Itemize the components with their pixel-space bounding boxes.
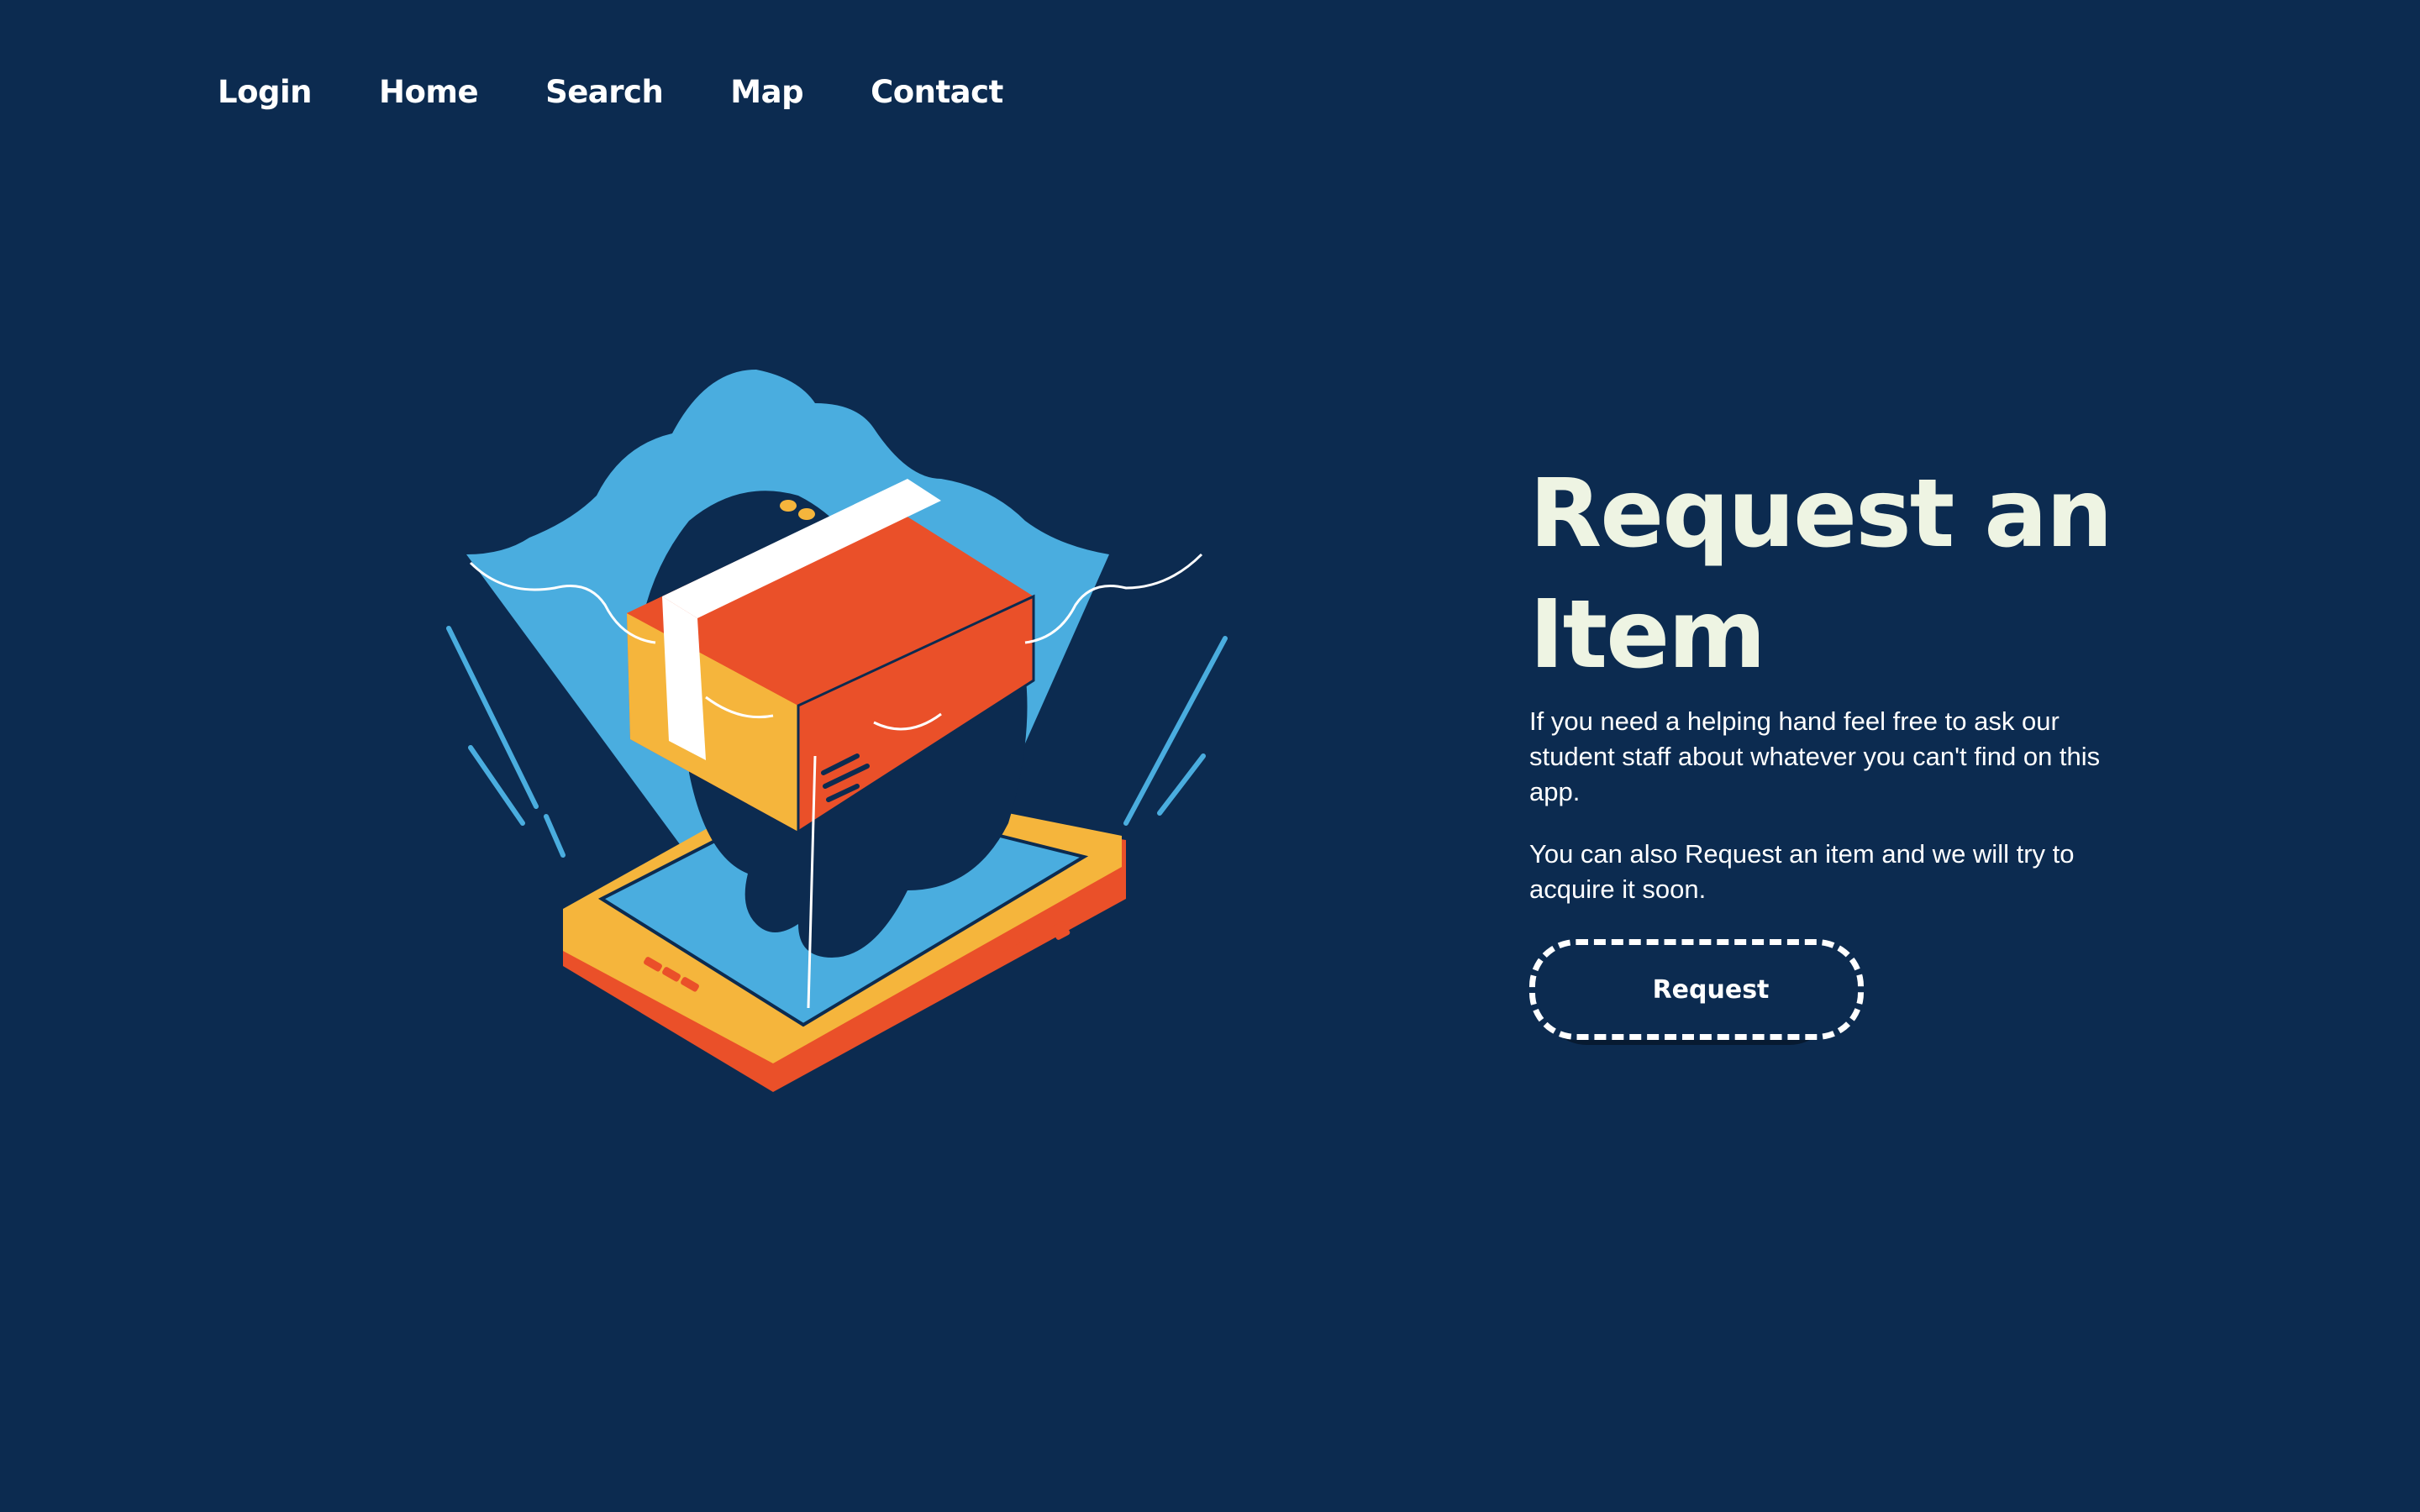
nav-contact-link[interactable]: Contact	[871, 69, 1003, 116]
request-section: Request an Item If you need a helping ha…	[1529, 454, 2118, 1045]
help-paragraph: If you need a helping hand feel free to …	[1529, 706, 2101, 806]
request-button[interactable]: Request	[1529, 939, 1864, 1040]
request-paragraph: You can also Request an item and we will…	[1529, 839, 2075, 904]
nav-login-link[interactable]: Login	[218, 69, 313, 116]
page-title: Request an Item	[1529, 459, 2113, 690]
nav-home-link[interactable]: Home	[379, 69, 479, 116]
nav-map-link[interactable]: Map	[730, 69, 803, 116]
delivery-illustration	[437, 353, 1244, 1109]
main-nav: Login Home Search Map Contact	[218, 69, 1071, 116]
nav-search-link[interactable]: Search	[545, 69, 664, 116]
request-button-wrapper: Request	[1529, 939, 1864, 1045]
